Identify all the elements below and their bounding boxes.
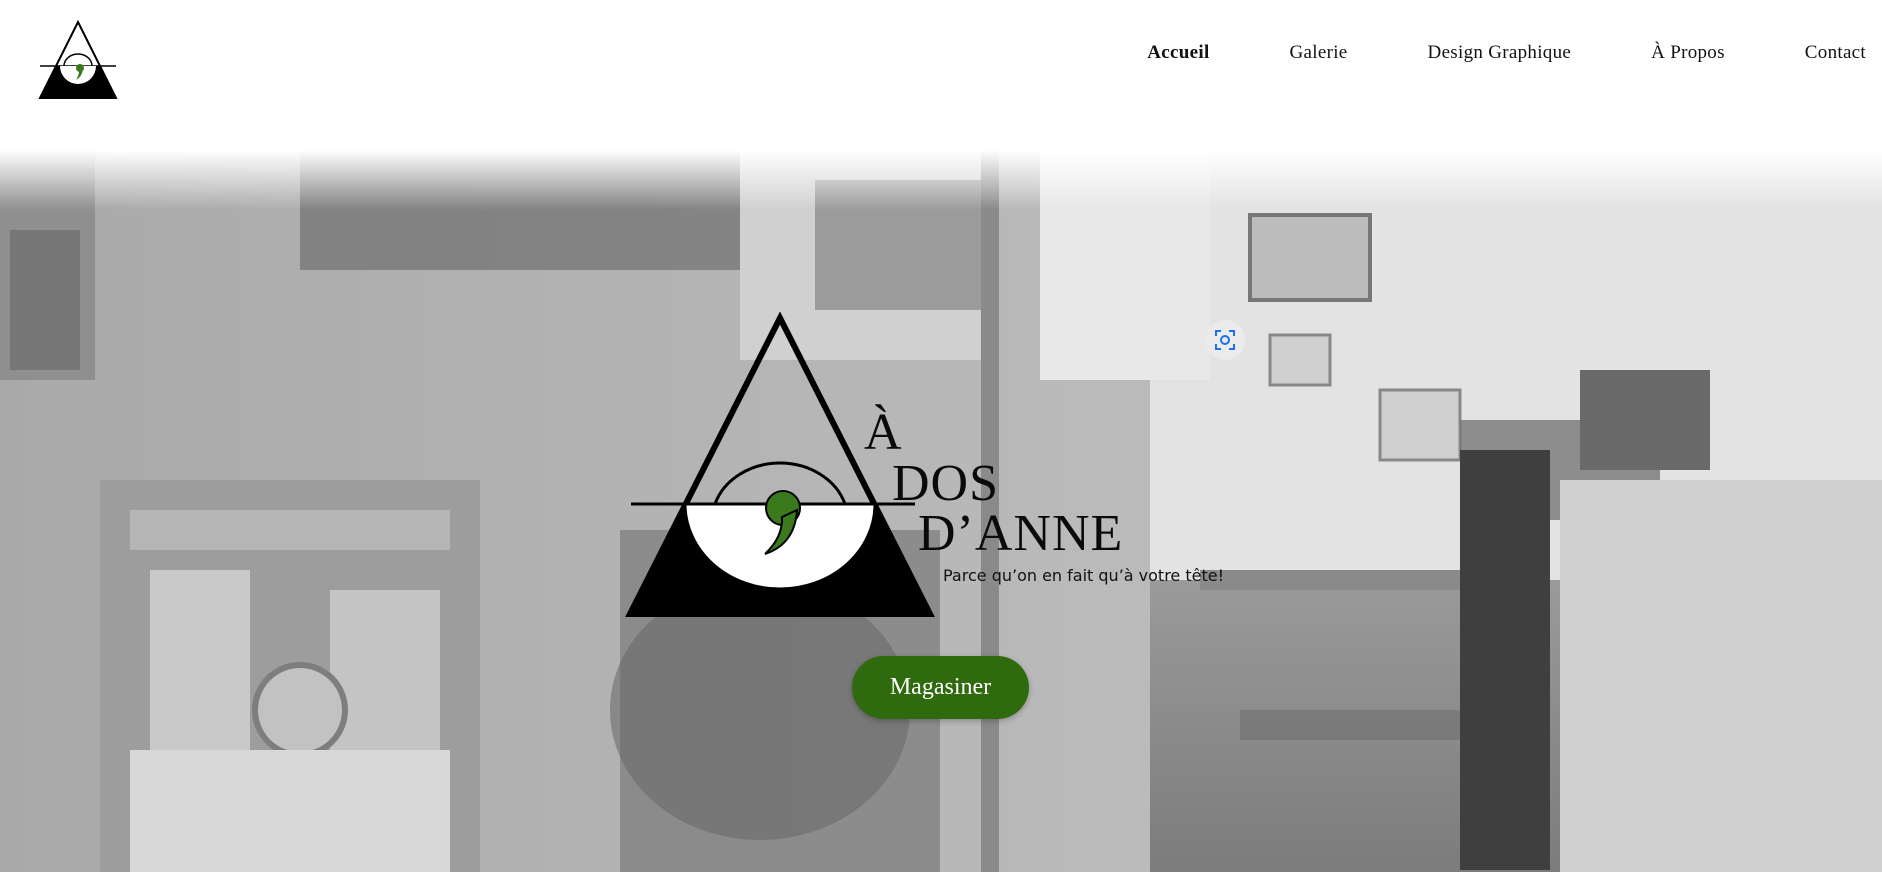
nav-a-propos[interactable]: À Propos — [1651, 42, 1725, 64]
brand-line-dos: DOS — [892, 455, 1000, 512]
nav-accueil[interactable]: Accueil — [1147, 42, 1209, 64]
hero-tagline: Parce qu’on en fait qu’à votre tête! — [943, 566, 1225, 585]
hero-top-fade — [0, 150, 1882, 210]
visual-search-icon[interactable] — [1205, 320, 1245, 360]
main-nav: Accueil Galerie Design Graphique À Propo… — [1067, 42, 1866, 64]
nav-design-graphique[interactable]: Design Graphique — [1428, 42, 1572, 64]
nav-contact[interactable]: Contact — [1805, 42, 1866, 64]
brand-line-anne: D’ANNE — [918, 505, 1124, 562]
site-logo-icon[interactable] — [38, 20, 118, 100]
brand-line-a: À — [864, 404, 903, 461]
nav-galerie[interactable]: Galerie — [1290, 42, 1348, 64]
site-header: Accueil Galerie Design Graphique À Propo… — [0, 0, 1882, 150]
scan-glyph-icon — [1215, 330, 1235, 350]
shop-button[interactable]: Magasiner — [852, 656, 1029, 719]
